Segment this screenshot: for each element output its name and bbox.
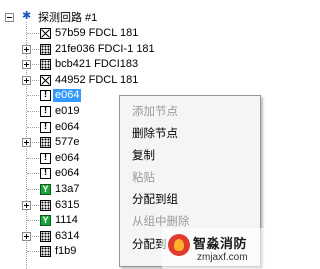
- menu-paste[interactable]: 粘贴: [132, 170, 155, 186]
- warning-device-icon: [40, 105, 51, 117]
- expand-toggle[interactable]: [22, 201, 31, 210]
- module-grid-icon: [40, 44, 51, 55]
- expand-toggle[interactable]: [22, 76, 31, 85]
- green-device-icon: [40, 184, 51, 195]
- warning-device-icon: [40, 89, 51, 101]
- tree-item[interactable]: 44952 FDCL 181: [55, 74, 138, 87]
- tree-item[interactable]: e064: [55, 167, 79, 180]
- module-grid-icon: [40, 200, 51, 211]
- tree-item[interactable]: 6314: [55, 230, 79, 243]
- module-grid-icon: [40, 246, 51, 257]
- tree-item[interactable]: 1114: [55, 214, 78, 227]
- warning-device-icon: [40, 167, 51, 179]
- tree-connector: [27, 111, 39, 112]
- green-device-icon: [40, 215, 51, 226]
- tree-item-selected[interactable]: e064: [53, 89, 82, 102]
- tree-connector: [27, 95, 39, 96]
- tree-connector: [27, 189, 39, 190]
- expand-toggle[interactable]: [22, 60, 31, 69]
- tree-item[interactable]: e064: [55, 121, 79, 134]
- root-collapse-toggle[interactable]: [5, 13, 14, 22]
- tree-item[interactable]: 577e: [55, 136, 79, 149]
- module-grid-icon: [40, 231, 51, 242]
- tree-root-label[interactable]: 探测回路 #1: [38, 12, 97, 25]
- menu-add-node[interactable]: 添加节点: [132, 104, 178, 120]
- tree-item[interactable]: 6315: [55, 199, 79, 212]
- tree-connector: [27, 220, 39, 221]
- tree-connector: [27, 158, 39, 159]
- tree-item[interactable]: e019: [55, 105, 79, 118]
- menu-delete-node[interactable]: 删除节点: [132, 126, 178, 142]
- menu-copy[interactable]: 复制: [132, 148, 155, 164]
- module-grid-icon: [40, 137, 51, 148]
- detector-x-icon: [40, 28, 51, 39]
- tree-connector: [27, 251, 39, 252]
- module-grid-icon: [40, 59, 51, 70]
- tree-item[interactable]: e064: [55, 152, 79, 165]
- expand-toggle[interactable]: [22, 232, 31, 241]
- warning-device-icon: [40, 152, 51, 164]
- watermark-title: 智淼消防: [193, 236, 248, 251]
- tree-item[interactable]: bcb421 FDCI183: [55, 58, 138, 71]
- tree-connector: [27, 33, 39, 34]
- tree-item[interactable]: 13a7: [55, 183, 79, 196]
- watermark-url: zmjaxf.com: [197, 252, 248, 263]
- expand-toggle[interactable]: [22, 138, 31, 147]
- tree-connector: [27, 173, 39, 174]
- tree-connector: [27, 127, 39, 128]
- warning-device-icon: [40, 121, 51, 133]
- tree-item[interactable]: 57b59 FDCL 181: [55, 27, 138, 40]
- watermark: 智淼消防 zmjaxf.com: [162, 228, 283, 269]
- loop-icon: ✱: [22, 10, 32, 22]
- expand-toggle[interactable]: [22, 45, 31, 54]
- watermark-logo-icon: [168, 234, 190, 256]
- detector-x-icon: [40, 75, 51, 86]
- menu-assign-group[interactable]: 分配到组: [132, 192, 178, 208]
- tree-item[interactable]: 21fe036 FDCI-1 181: [55, 43, 155, 56]
- tree-item[interactable]: f1b9: [55, 245, 76, 258]
